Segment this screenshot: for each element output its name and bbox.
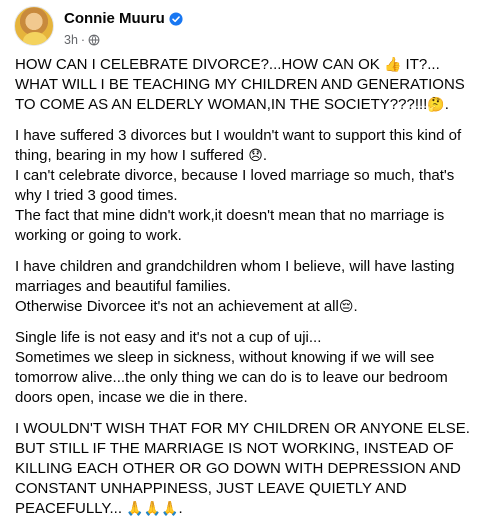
p1-text-a: HOW CAN I CELEBRATE DIVORCE?...HOW CAN O… <box>15 56 380 73</box>
p5-line-2: BUT STILL IF THE MARRIAGE IS NOT WORKING… <box>15 440 461 517</box>
thumbs-up-emoji: 👍 <box>383 56 402 72</box>
facebook-post: Connie Muuru 3h · HOW CAN I CELEBRATE DI… <box>0 0 492 517</box>
disappointed-face-emoji: 😞 <box>248 147 263 163</box>
p5-line-2-end: . <box>178 500 183 517</box>
post-paragraph-1: HOW CAN I CELEBRATE DIVORCE?...HOW CAN O… <box>15 55 485 115</box>
p3-line-2-end: . <box>353 298 358 315</box>
thinking-face-emoji: 🤔 <box>427 96 445 112</box>
p2-line-3: The fact that mine didn't work,it doesn'… <box>15 207 445 244</box>
post-paragraph-4: Single life is not easy and it's not a c… <box>15 328 485 408</box>
folded-hands-emoji: 🙏🙏🙏 <box>126 500 179 516</box>
p4-line-1: Single life is not easy and it's not a c… <box>15 329 322 346</box>
author-name-row: Connie Muuru <box>64 10 183 28</box>
p3-line-1: I have children and grandchildren whom I… <box>15 258 455 295</box>
author-avatar[interactable] <box>14 6 54 46</box>
p2-line-1-end: . <box>262 147 267 164</box>
p4-line-2: Sometimes we sleep in sickness, without … <box>15 349 448 406</box>
p2-line-1: I have suffered 3 divorces but I wouldn'… <box>15 127 462 164</box>
meta-separator: · <box>80 33 86 47</box>
pensive-face-emoji: 😔 <box>338 298 354 314</box>
verified-badge-icon <box>169 12 183 26</box>
author-meta: Connie Muuru 3h · <box>64 10 183 47</box>
post-paragraph-3: I have children and grandchildren whom I… <box>15 257 485 317</box>
p5-line-1: I WOULDN'T WISH THAT FOR MY CHILDREN OR … <box>15 420 470 437</box>
globe-icon[interactable] <box>88 34 100 46</box>
post-header: Connie Muuru 3h · <box>14 6 183 47</box>
post-paragraph-5: I WOULDN'T WISH THAT FOR MY CHILDREN OR … <box>15 419 485 519</box>
post-body: HOW CAN I CELEBRATE DIVORCE?...HOW CAN O… <box>15 55 485 530</box>
p1-text-c: . <box>444 96 449 113</box>
p3-line-2: Otherwise Divorcee it's not an achieveme… <box>15 298 339 315</box>
post-time[interactable]: 3h <box>64 33 78 47</box>
author-name[interactable]: Connie Muuru <box>64 10 165 28</box>
p2-line-2: I can't celebrate divorce, because I lov… <box>15 167 455 204</box>
post-paragraph-2: I have suffered 3 divorces but I wouldn'… <box>15 126 485 246</box>
post-meta-row: 3h · <box>64 33 183 47</box>
